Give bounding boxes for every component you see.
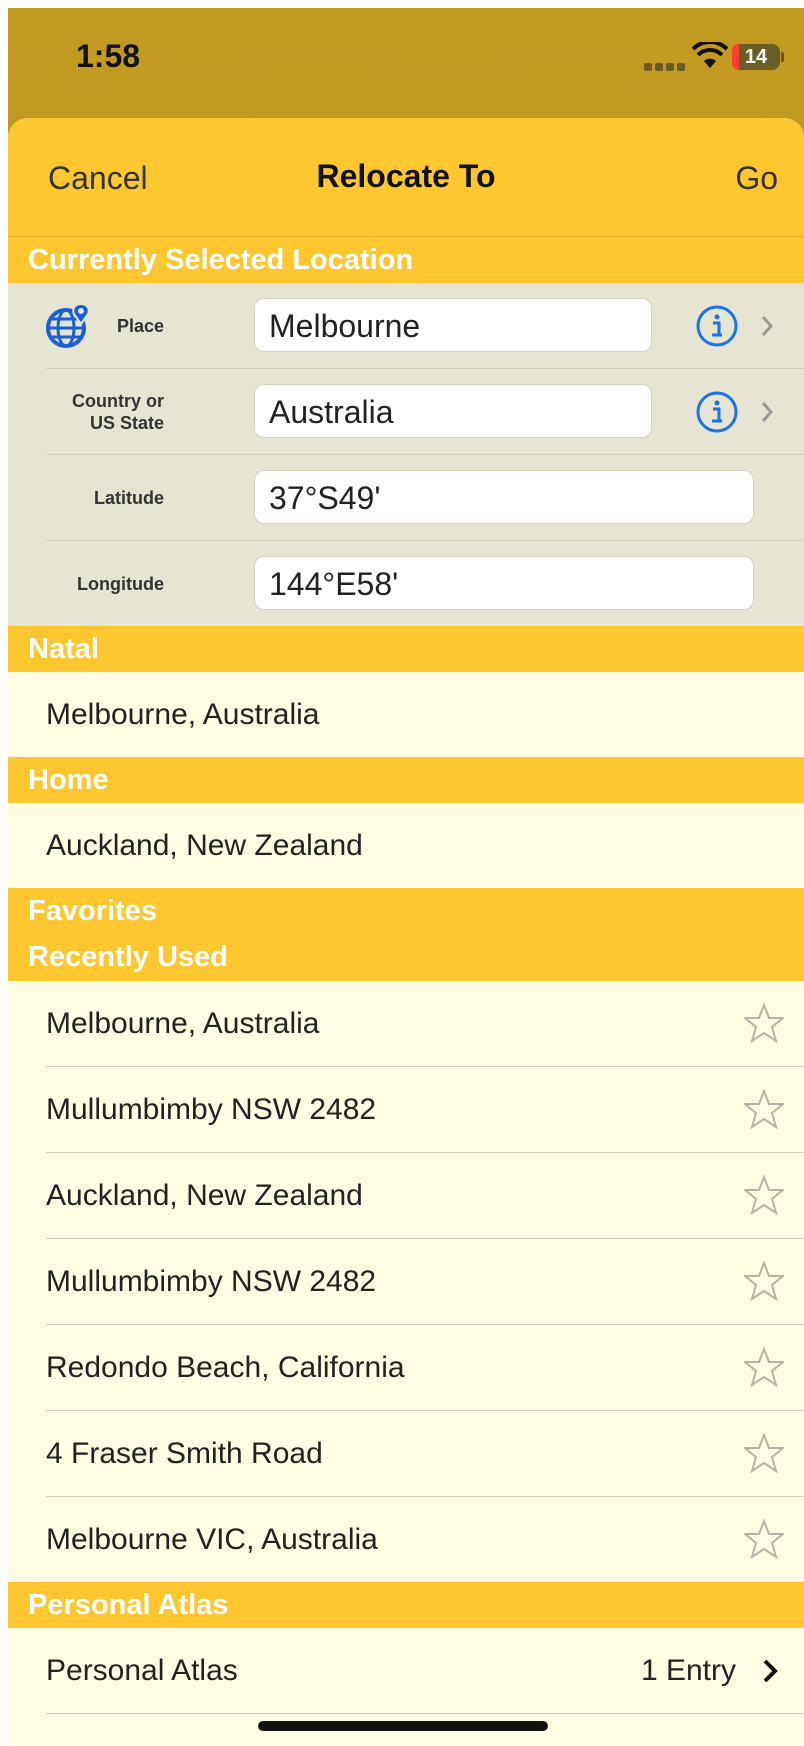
- longitude-row: Longitude 144°E58': [46, 541, 804, 626]
- personal-atlas-row[interactable]: Personal Atlas 1 Entry: [46, 1628, 804, 1714]
- section-header-current: Currently Selected Location: [8, 237, 804, 283]
- latitude-label: Latitude: [94, 487, 164, 508]
- section-header-home: Home: [8, 757, 804, 803]
- country-label-line1: Country or: [72, 390, 164, 411]
- recent-item-label: Auckland, New Zealand: [46, 1179, 363, 1212]
- battery-low-indicator: [732, 44, 739, 70]
- place-label: Place: [116, 315, 164, 336]
- list-item[interactable]: Redondo Beach, California: [46, 1325, 804, 1411]
- list-item[interactable]: Mullumbimby NSW 2482: [46, 1239, 804, 1325]
- star-icon[interactable]: [744, 1261, 784, 1301]
- latitude-input[interactable]: 37°S49': [254, 470, 754, 524]
- section-header-natal: Natal: [8, 626, 804, 672]
- nav-bar: Cancel Relocate To Go: [8, 118, 804, 237]
- longitude-label: Longitude: [77, 573, 164, 594]
- recent-list: Melbourne, Australia Mullumbimby NSW 248…: [8, 981, 804, 1582]
- star-icon[interactable]: [744, 1003, 784, 1043]
- star-icon[interactable]: [744, 1433, 784, 1473]
- battery-nub: [781, 52, 784, 62]
- country-label-line2: US State: [89, 412, 164, 433]
- recent-item-label: Melbourne, Australia: [46, 1007, 320, 1040]
- recent-item-label: Melbourne VIC, Australia: [46, 1523, 378, 1556]
- status-bar: 1:58 14: [8, 8, 804, 118]
- star-icon[interactable]: [744, 1519, 784, 1559]
- country-info-icon[interactable]: [696, 391, 738, 433]
- home-indicator[interactable]: [258, 1721, 548, 1731]
- place-info-icon[interactable]: [696, 305, 738, 347]
- list-item[interactable]: Melbourne VIC, Australia: [46, 1497, 804, 1582]
- star-icon[interactable]: [744, 1175, 784, 1215]
- home-item[interactable]: Auckland, New Zealand: [46, 803, 804, 888]
- latitude-row: Latitude 37°S49': [46, 455, 804, 541]
- chevron-right-icon[interactable]: [762, 1658, 778, 1684]
- recent-item-label: Redondo Beach, California: [46, 1351, 405, 1384]
- cellular-signal-icon: [644, 58, 690, 71]
- recent-item-label: Mullumbimby NSW 2482: [46, 1265, 377, 1298]
- favorites-header: Favorites: [28, 895, 157, 927]
- recent-item-label: Mullumbimby NSW 2482: [46, 1093, 377, 1126]
- relocate-sheet: Cancel Relocate To Go Currently Selected…: [8, 118, 804, 1746]
- place-input[interactable]: Melbourne: [254, 298, 652, 352]
- section-header-favorites-recent: Favorites Recently Used: [8, 888, 804, 981]
- list-item[interactable]: Auckland, New Zealand: [46, 1153, 804, 1239]
- list-item[interactable]: 4 Fraser Smith Road: [46, 1411, 804, 1497]
- longitude-input[interactable]: 144°E58': [254, 556, 754, 610]
- place-row: Place Melbourne: [46, 283, 804, 369]
- country-input[interactable]: Australia: [254, 384, 652, 438]
- device-screen: 1:58 14 Cancel Relocate To Go Currently …: [8, 8, 804, 1746]
- go-button[interactable]: Go: [735, 160, 778, 197]
- battery-indicator: 14: [732, 44, 784, 70]
- country-chevron-right-icon[interactable]: [760, 401, 774, 423]
- country-label: Country or US State: [72, 369, 164, 454]
- recently-used-header: Recently Used: [28, 941, 228, 973]
- personal-atlas-count: 1 Entry: [640, 1654, 736, 1687]
- battery-level: 14: [744, 46, 768, 68]
- country-row: Country or US State Australia: [46, 369, 804, 455]
- natal-item[interactable]: Melbourne, Australia: [46, 672, 804, 757]
- recent-item-label: 4 Fraser Smith Road: [46, 1437, 323, 1470]
- page-title: Relocate To: [316, 158, 496, 194]
- status-time: 1:58: [76, 38, 141, 74]
- list-item[interactable]: Mullumbimby NSW 2482: [46, 1067, 804, 1153]
- wifi-icon: [692, 42, 728, 68]
- star-icon[interactable]: [744, 1089, 784, 1129]
- list-item[interactable]: Melbourne, Australia: [46, 981, 804, 1067]
- personal-atlas-label: Personal Atlas: [46, 1654, 238, 1687]
- section-header-personal-atlas: Personal Atlas: [8, 1582, 804, 1628]
- star-icon[interactable]: [744, 1347, 784, 1387]
- globe-pin-icon[interactable]: [44, 302, 92, 350]
- current-location-panel: Place Melbourne Country or US State Aust…: [8, 283, 804, 626]
- place-chevron-right-icon[interactable]: [760, 315, 774, 337]
